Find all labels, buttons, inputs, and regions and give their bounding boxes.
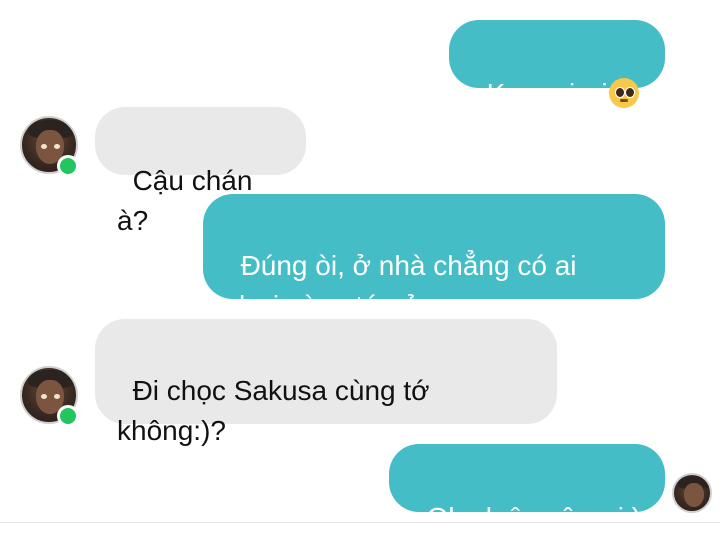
message-text: Đi chọc Sakusa cùng tớ không:)?	[117, 375, 430, 446]
composer-divider	[0, 522, 720, 523]
seen-receipt-avatar	[672, 473, 712, 513]
online-status-icon	[57, 405, 79, 427]
online-status-icon	[57, 155, 79, 177]
message-bubble-incoming[interactable]: Đi chọc Sakusa cùng tớ không:)?	[95, 319, 557, 446]
message-bubble-incoming[interactable]: Cậu chán à?	[95, 107, 306, 236]
message-bubble-outgoing[interactable]: Oke luôn cậu ơi:)	[389, 444, 665, 533]
message-bubble-outgoing[interactable]: Komori ơi	[449, 20, 665, 109]
message-text: Đúng òi, ở nhà chẳng có ai chơi cùng tớ …	[225, 250, 577, 321]
message-text: Oke luôn cậu ơi:)	[426, 502, 642, 533]
pleading-face-emoji-icon	[608, 78, 639, 108]
message-bubble-outgoing[interactable]: Đúng òi, ở nhà chẳng có ai chơi cùng tớ …	[203, 194, 665, 321]
message-text: Komori ơi	[486, 78, 608, 109]
